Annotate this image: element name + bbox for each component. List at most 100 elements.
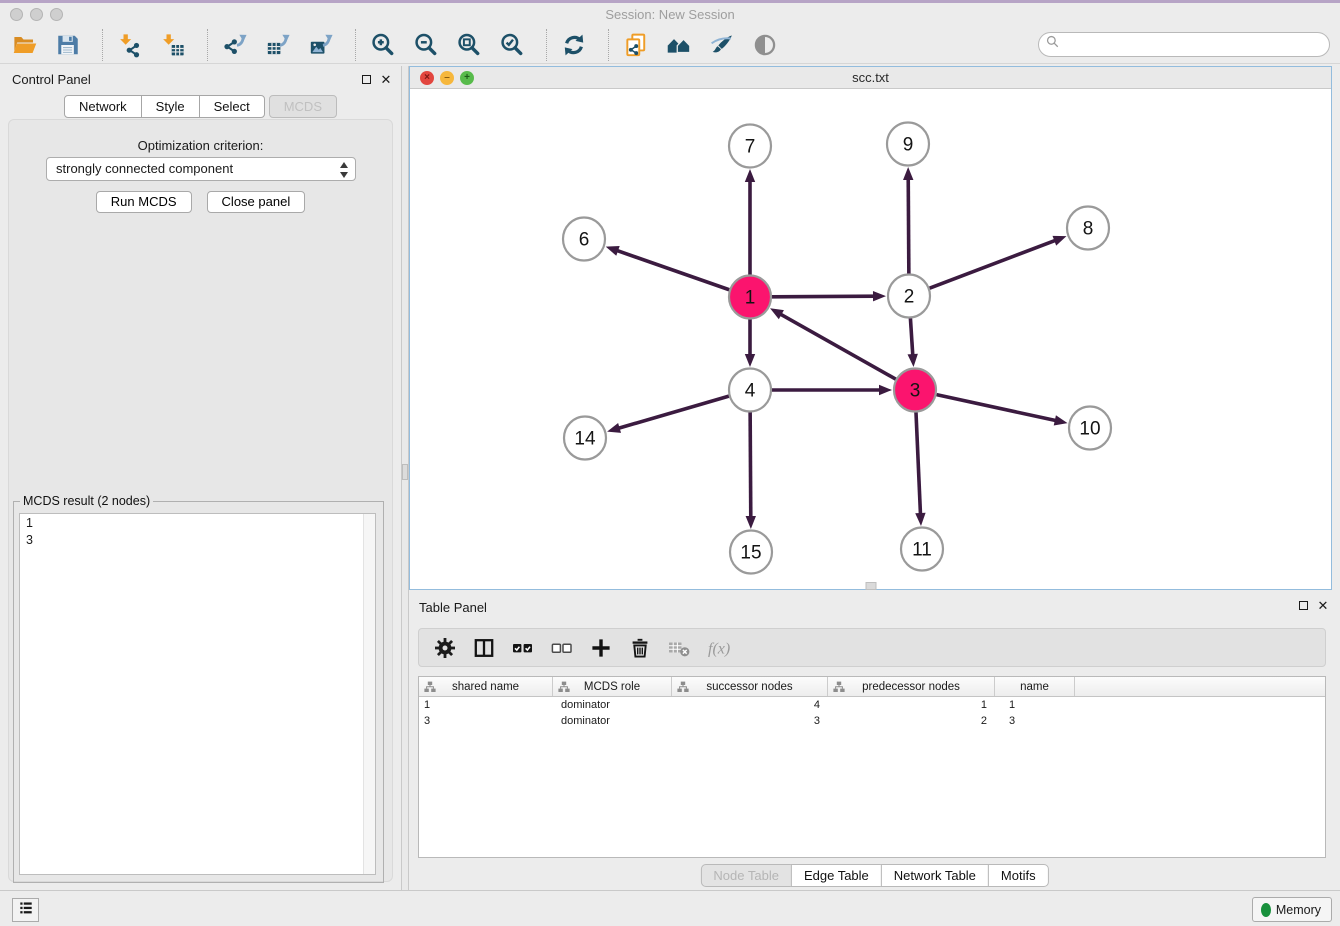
graph-edge-4-15[interactable] [746, 412, 756, 529]
delete-columns-icon[interactable] [628, 636, 652, 660]
mcds-panel: Optimization criterion: strongly connect… [8, 119, 393, 882]
zoom-selected-icon[interactable] [499, 32, 525, 58]
graph-edge-2-9[interactable] [903, 167, 913, 274]
network-resize-handle[interactable] [865, 582, 876, 590]
tab-motifs[interactable]: Motifs [988, 864, 1049, 887]
home-view-icon[interactable] [666, 32, 692, 58]
zoom-out-icon[interactable] [413, 32, 439, 58]
import-table-icon[interactable] [160, 32, 186, 58]
graph-node-6[interactable]: 6 [563, 218, 605, 261]
memory-button[interactable]: Memory [1252, 897, 1332, 922]
node-label: 14 [574, 429, 596, 450]
close-icon: ✕ [1318, 599, 1329, 612]
column-header-name[interactable]: name [995, 677, 1075, 696]
graph-node-3[interactable]: 3 [894, 369, 936, 412]
node-label: 1 [745, 288, 756, 309]
graph-node-10[interactable]: 10 [1069, 407, 1111, 450]
save-session-icon[interactable] [55, 32, 81, 58]
toolbar-separator [102, 29, 103, 61]
result-scrollbar[interactable] [363, 514, 375, 874]
table-row[interactable]: 1dominator411 [419, 697, 1325, 713]
graph-edge-2-8[interactable] [930, 236, 1067, 288]
graph-edge-1-7[interactable] [745, 169, 755, 275]
network-canvas[interactable]: 7 9 6 8 1 2 4 3 14 10 15 11 [410, 89, 1331, 589]
graph-edge-3-1[interactable] [770, 308, 896, 379]
table-cell[interactable]: 3 [995, 715, 1075, 727]
table-settings-icon[interactable] [433, 636, 457, 660]
table-row[interactable]: 3dominator323 [419, 713, 1325, 729]
tab-network-table[interactable]: Network Table [881, 864, 989, 887]
close-panel-button[interactable]: Close panel [207, 191, 306, 213]
table-cell[interactable]: 1 [828, 699, 995, 711]
node-label: 11 [912, 540, 932, 561]
run-mcds-button[interactable]: Run MCDS [96, 191, 192, 213]
table-cell[interactable]: 3 [672, 715, 828, 727]
table-cell[interactable]: dominator [553, 715, 672, 727]
graph-node-8[interactable]: 8 [1067, 207, 1109, 250]
tab-node-table[interactable]: Node Table [700, 864, 792, 887]
table-cell[interactable]: 4 [672, 699, 828, 711]
graph-edge-3-10[interactable] [936, 395, 1067, 426]
graph-node-7[interactable]: 7 [729, 125, 771, 168]
task-history-button[interactable] [12, 898, 39, 922]
control-panel-float-button[interactable] [359, 72, 373, 86]
column-header-successor-nodes[interactable]: successor nodes [672, 677, 828, 696]
graph-edge-4-3[interactable] [772, 385, 892, 395]
graph-node-14[interactable]: 14 [564, 417, 606, 460]
export-network-icon[interactable] [222, 32, 248, 58]
criterion-dropdown[interactable]: strongly connected component [46, 157, 356, 181]
graph-node-2[interactable]: 2 [888, 275, 930, 318]
search-input[interactable] [1062, 35, 1329, 55]
optimization-criterion-label: Optimization criterion: [9, 138, 392, 153]
table-panel-float-button[interactable] [1296, 598, 1310, 612]
table-cell[interactable]: 1 [419, 699, 553, 711]
graph-edge-4-14[interactable] [607, 396, 729, 433]
tab-mcds[interactable]: MCDS [269, 95, 337, 118]
export-image-icon[interactable] [308, 32, 334, 58]
tab-style[interactable]: Style [141, 95, 200, 118]
paint-style-icon[interactable] [709, 32, 735, 58]
toggle-visibility-icon[interactable] [752, 32, 778, 58]
zoom-in-icon[interactable] [370, 32, 396, 58]
apply-function-icon: f(x) [706, 636, 730, 660]
column-header-predecessor-nodes[interactable]: predecessor nodes [828, 677, 995, 696]
table-cell[interactable]: 3 [419, 715, 553, 727]
split-panel-icon[interactable] [472, 636, 496, 660]
table-cell[interactable]: dominator [553, 699, 672, 711]
table-cell[interactable]: 1 [995, 699, 1075, 711]
tab-edge-table[interactable]: Edge Table [791, 864, 882, 887]
control-panel-close-button[interactable]: ✕ [379, 72, 393, 86]
divider-handle[interactable] [402, 464, 408, 480]
graph-edge-3-11[interactable] [915, 412, 925, 526]
import-network-icon[interactable] [117, 32, 143, 58]
mcds-result-list[interactable]: 13 [19, 513, 376, 875]
graph-node-4[interactable]: 4 [729, 369, 771, 412]
column-header-shared-name[interactable]: shared name [419, 677, 553, 696]
refresh-view-icon[interactable] [561, 32, 587, 58]
graph-node-15[interactable]: 15 [730, 531, 772, 574]
graph-edge-1-2[interactable] [772, 291, 886, 301]
graph-node-9[interactable]: 9 [887, 123, 929, 166]
column-header-MCDS-role[interactable]: MCDS role [553, 677, 672, 696]
tab-select[interactable]: Select [199, 95, 265, 118]
graph-node-1[interactable]: 1 [729, 276, 771, 319]
graph-node-11[interactable]: 11 [901, 528, 943, 571]
network-window-titlebar[interactable]: × – + scc.txt [410, 67, 1331, 89]
export-table-icon[interactable] [265, 32, 291, 58]
table-panel-close-button[interactable]: ✕ [1316, 598, 1330, 612]
graph-edge-1-4[interactable] [745, 319, 755, 367]
table-cell[interactable]: 2 [828, 715, 995, 727]
add-column-icon[interactable] [589, 636, 613, 660]
clone-network-icon[interactable] [623, 32, 649, 58]
panel-divider[interactable] [401, 66, 409, 890]
open-session-icon[interactable] [12, 32, 38, 58]
tab-network[interactable]: Network [64, 95, 142, 118]
svg-text:f(x): f(x) [708, 640, 730, 657]
graph-edge-2-3[interactable] [908, 318, 918, 367]
unselect-all-columns-icon[interactable] [550, 636, 574, 660]
zoom-fit-icon[interactable] [456, 32, 482, 58]
select-all-columns-icon[interactable] [511, 636, 535, 660]
search-box[interactable] [1038, 32, 1330, 57]
graph-edge-1-6[interactable] [606, 246, 730, 290]
node-label: 4 [745, 381, 756, 402]
